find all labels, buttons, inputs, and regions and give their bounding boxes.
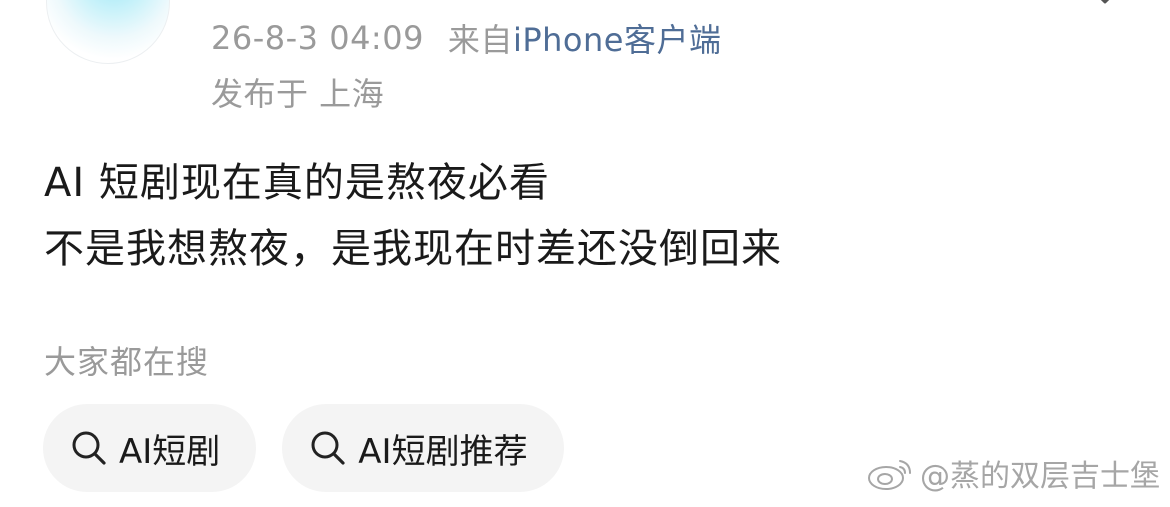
chevron-down-icon[interactable]	[1090, 0, 1120, 6]
trending-search-title: 大家都在搜	[44, 343, 210, 381]
post-meta: 26-8-3 04:09 来自 iPhone客户端	[211, 16, 721, 60]
post-timestamp: 26-8-3 04:09	[211, 19, 424, 57]
source-prefix: 来自	[447, 21, 513, 59]
search-chip-label: AI短剧推荐	[358, 431, 528, 472]
search-icon	[311, 431, 345, 465]
source-client-link[interactable]: iPhone客户端	[513, 15, 722, 61]
post-body: AI 短剧现在真的是熬夜必看 不是我想熬夜，是我现在时差还没倒回来	[44, 150, 1124, 282]
post-body-line: AI 短剧现在真的是熬夜必看	[44, 160, 550, 206]
post-card: 26-8-3 04:09 来自 iPhone客户端 发布于 上海 AI 短剧现在…	[0, 0, 1170, 507]
avatar[interactable]	[46, 0, 170, 64]
watermark: @蒸的双层吉士堡	[866, 451, 1160, 495]
search-chip-ai-short-drama[interactable]: AI短剧	[43, 404, 257, 492]
search-chip-label: AI短剧	[119, 431, 221, 472]
search-chip-ai-short-drama-recommend[interactable]: AI短剧推荐	[282, 404, 564, 492]
watermark-text: @蒸的双层吉士堡	[920, 459, 1160, 494]
trending-search-chips: AI短剧 AI短剧推荐	[43, 404, 564, 492]
weibo-logo-icon	[868, 460, 911, 490]
post-location: 发布于 上海	[211, 75, 385, 113]
post-body-line: 不是我想熬夜，是我现在时差还没倒回来	[44, 226, 782, 272]
search-icon	[72, 431, 106, 465]
